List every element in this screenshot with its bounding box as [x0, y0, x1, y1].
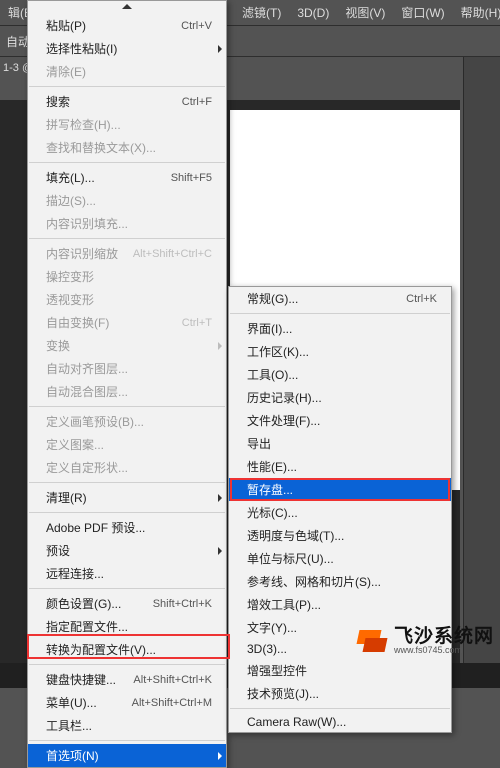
menu-separator — [29, 162, 225, 163]
menu-help[interactable]: 帮助(H) — [453, 0, 500, 25]
pref-item-file-handling[interactable]: 文件处理(F)... — [229, 409, 451, 432]
menu-view[interactable]: 视图(V) — [337, 0, 393, 25]
menu-item-find-replace: 查找和替换文本(X)... — [28, 136, 226, 159]
watermark-logo-icon — [354, 624, 388, 658]
menu-item-search[interactable]: 搜索 Ctrl+F — [28, 90, 226, 113]
menu-item-puppet-warp: 操控变形 — [28, 265, 226, 288]
submenu-arrow-icon — [218, 547, 222, 555]
pref-item-units-rulers[interactable]: 单位与标尺(U)... — [229, 547, 451, 570]
pref-item-cursors[interactable]: 光标(C)... — [229, 501, 451, 524]
pref-item-guides-grid-slices[interactable]: 参考线、网格和切片(S)... — [229, 570, 451, 593]
menu-item-remote-connections[interactable]: 远程连接... — [28, 562, 226, 585]
menu-item-assign-profile[interactable]: 指定配置文件... — [28, 615, 226, 638]
menu-item-toolbar[interactable]: 工具栏... — [28, 714, 226, 737]
menu-item-preferences[interactable]: 首选项(N) — [28, 744, 226, 767]
pref-item-tools[interactable]: 工具(O)... — [229, 363, 451, 386]
menu-item-stroke: 描边(S)... — [28, 189, 226, 212]
pref-item-camera-raw[interactable]: Camera Raw(W)... — [229, 712, 451, 732]
menu-separator — [230, 313, 450, 314]
menu-item-auto-align: 自动对齐图层... — [28, 357, 226, 380]
menu-separator — [29, 588, 225, 589]
menu-item-color-settings[interactable]: 颜色设置(G)... Shift+Ctrl+K — [28, 592, 226, 615]
pref-item-interface[interactable]: 界面(I)... — [229, 317, 451, 340]
menu-item-perspective-warp: 透视变形 — [28, 288, 226, 311]
menu-item-transform: 变换 — [28, 334, 226, 357]
menu-item-purge[interactable]: 清理(R) — [28, 486, 226, 509]
menu-separator — [29, 406, 225, 407]
menu-item-menus[interactable]: 菜单(U)... Alt+Shift+Ctrl+M — [28, 691, 226, 714]
menu-separator — [29, 664, 225, 665]
menu-item-define-shape: 定义自定形状... — [28, 456, 226, 479]
menu-separator — [29, 740, 225, 741]
submenu-arrow-icon — [218, 45, 222, 53]
menu-item-pdf-presets[interactable]: Adobe PDF 预设... — [28, 516, 226, 539]
menu-item-paste[interactable]: 粘贴(P) Ctrl+V — [28, 14, 226, 37]
menu-separator — [29, 512, 225, 513]
menu-item-free-transform: 自由变换(F) Ctrl+T — [28, 311, 226, 334]
watermark: 飞沙系统网 www.fs0745.com — [354, 624, 494, 658]
submenu-arrow-icon — [218, 494, 222, 502]
pref-item-plugins[interactable]: 增效工具(P)... — [229, 593, 451, 616]
menu-item-content-aware-scale: 内容识别缩放 Alt+Shift+Ctrl+C — [28, 242, 226, 265]
menu-separator — [29, 86, 225, 87]
menu-item-auto-blend: 自动混合图层... — [28, 380, 226, 403]
submenu-arrow-icon — [218, 752, 222, 760]
menu-scroll-up-icon[interactable] — [28, 1, 226, 14]
pref-item-workspace[interactable]: 工作区(K)... — [229, 340, 451, 363]
menu-item-fill[interactable]: 填充(L)... Shift+F5 — [28, 166, 226, 189]
menu-window[interactable]: 窗口(W) — [393, 0, 452, 25]
menu-separator — [29, 482, 225, 483]
right-panel-strip[interactable] — [463, 55, 500, 688]
menu-item-define-brush: 定义画笔预设(B)... — [28, 410, 226, 433]
menu-item-spellcheck: 拼写检查(H)... — [28, 113, 226, 136]
menu-separator — [29, 238, 225, 239]
pref-item-history-log[interactable]: 历史记录(H)... — [229, 386, 451, 409]
watermark-title: 飞沙系统网 — [394, 627, 494, 646]
pref-item-general[interactable]: 常规(G)... Ctrl+K — [229, 287, 451, 310]
menu-item-paste-special[interactable]: 选择性粘贴(I) — [28, 37, 226, 60]
menu-3d[interactable]: 3D(D) — [289, 2, 337, 24]
pref-item-performance[interactable]: 性能(E)... — [229, 455, 451, 478]
menu-item-clear: 清除(E) — [28, 60, 226, 83]
menu-item-define-pattern: 定义图案... — [28, 433, 226, 456]
menu-item-presets[interactable]: 预设 — [28, 539, 226, 562]
menu-separator — [230, 708, 450, 709]
pref-item-transparency-gamut[interactable]: 透明度与色域(T)... — [229, 524, 451, 547]
pref-item-enhanced-controls[interactable]: 增强型控件 — [229, 659, 451, 682]
menu-filter[interactable]: 滤镜(T) — [234, 0, 289, 25]
pref-item-tech-previews[interactable]: 技术预览(J)... — [229, 682, 451, 705]
watermark-url: www.fs0745.com — [394, 646, 494, 655]
menu-item-convert-profile[interactable]: 转换为配置文件(V)... — [28, 638, 226, 661]
submenu-arrow-icon — [218, 342, 222, 350]
menu-item-content-aware-fill: 内容识别填充... — [28, 212, 226, 235]
edit-menu-dropdown: 粘贴(P) Ctrl+V 选择性粘贴(I) 清除(E) 搜索 Ctrl+F 拼写… — [27, 0, 227, 768]
pref-item-scratch-disks[interactable]: 暂存盘... — [229, 478, 451, 501]
pref-item-export[interactable]: 导出 — [229, 432, 451, 455]
preferences-submenu: 常规(G)... Ctrl+K 界面(I)... 工作区(K)... 工具(O)… — [228, 286, 452, 733]
